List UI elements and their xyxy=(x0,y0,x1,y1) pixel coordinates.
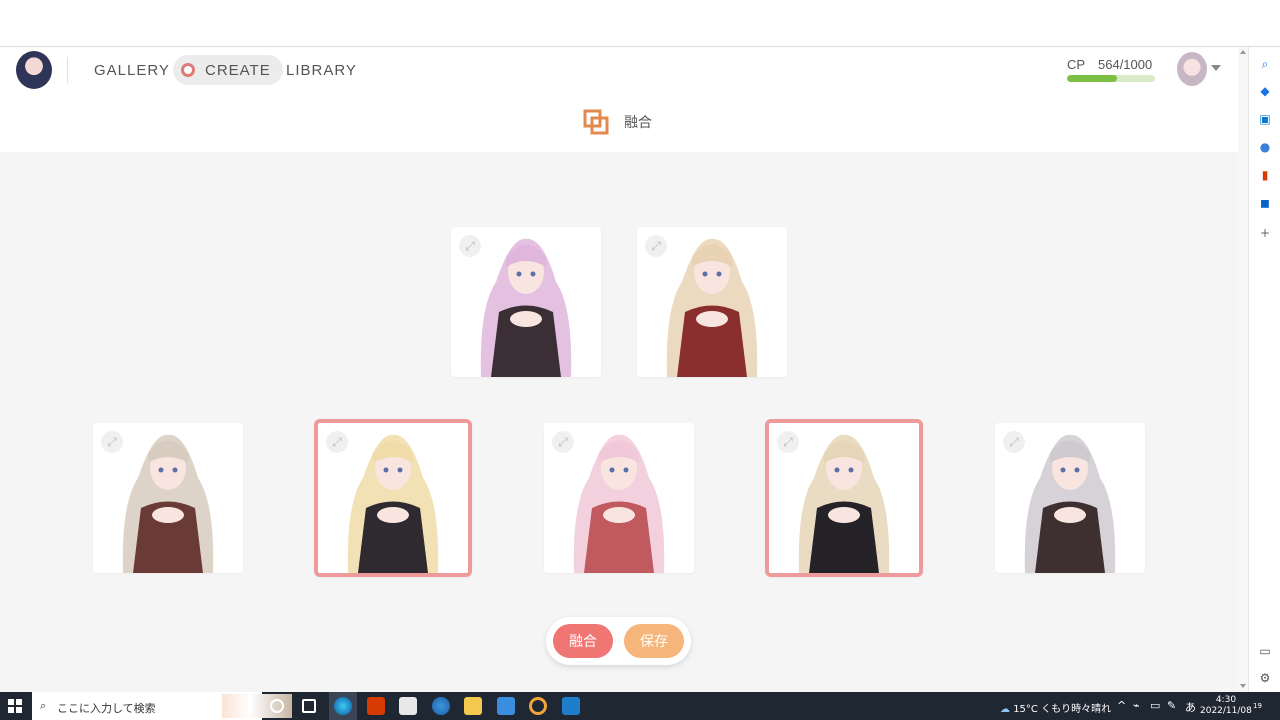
expand-icon[interactable]: ⤢ xyxy=(101,431,123,453)
offspring-card[interactable]: ⤢ xyxy=(314,419,472,577)
section-title: 融合 xyxy=(624,115,652,131)
tag-icon[interactable]: ◆ xyxy=(1258,84,1272,98)
cp-label: CP xyxy=(1067,57,1086,72)
start-icon[interactable] xyxy=(8,699,22,713)
expand-icon[interactable]: ⤢ xyxy=(777,431,799,453)
offspring-card[interactable]: ⤢ xyxy=(995,423,1145,573)
toolbox-icon[interactable]: ▣ xyxy=(1258,112,1272,126)
expand-icon[interactable]: ⤢ xyxy=(552,431,574,453)
create-icon xyxy=(181,63,195,77)
ie-icon[interactable] xyxy=(432,697,450,715)
offspring-card[interactable]: ⤢ xyxy=(765,419,923,577)
scroll-down-arrow[interactable] xyxy=(1240,684,1246,688)
cortana-icon[interactable] xyxy=(270,699,284,713)
cloud-sun-icon: ☁ xyxy=(1000,704,1010,715)
office-app-icon[interactable] xyxy=(367,697,385,715)
scroll-up-arrow[interactable] xyxy=(1240,50,1246,54)
chevron-down-icon[interactable] xyxy=(1211,65,1221,71)
taskbar-search[interactable]: ⌕ ここに入力して検索 xyxy=(32,692,292,720)
expand-icon[interactable]: ⤢ xyxy=(459,235,481,257)
sidebar-toggle-icon[interactable]: ▭ xyxy=(1258,644,1272,658)
expand-icon[interactable]: ⤢ xyxy=(1003,431,1025,453)
mail-icon[interactable] xyxy=(497,697,515,715)
offspring-card[interactable]: ⤢ xyxy=(93,423,243,573)
weather-text: 15°C くもり時々晴れ xyxy=(1013,704,1112,715)
taskbar-search-placeholder: ここに入力して検索 xyxy=(57,702,156,715)
people-icon[interactable]: ● xyxy=(1258,140,1272,154)
expand-icon[interactable]: ⤢ xyxy=(645,235,667,257)
taskbar: ⌕ ここに入力して検索 ☁ 15°C くもり時々晴れ ^ ⌁ ▭ ✎ あ 4:3… xyxy=(0,692,1280,720)
fuse-button[interactable]: 融合 xyxy=(553,624,613,658)
explorer-icon[interactable] xyxy=(464,697,482,715)
fusion-icon xyxy=(583,109,609,135)
clock-date: 2022/11/08 xyxy=(1200,706,1252,716)
app-content: GALLERY CREATE LIBRARY CP 564/1000 融合 融合… xyxy=(0,47,1238,692)
weather-widget[interactable]: ☁ 15°C くもり時々晴れ xyxy=(1000,700,1111,715)
cp-value: 564/1000 xyxy=(1098,57,1153,72)
photos-icon[interactable] xyxy=(562,697,580,715)
outlook-icon[interactable]: ◼ xyxy=(1258,196,1272,210)
network-icon[interactable]: ⌁ xyxy=(1133,699,1140,712)
clock-time: 4:30 xyxy=(1215,695,1237,705)
notification-count: 19 xyxy=(1253,702,1262,710)
office-icon[interactable]: ▮ xyxy=(1258,168,1272,182)
header-divider xyxy=(67,57,68,83)
cp-progress-bar xyxy=(1067,75,1155,82)
edge-icon[interactable] xyxy=(334,697,352,715)
logo[interactable] xyxy=(16,51,52,89)
task-view-icon[interactable] xyxy=(302,699,316,713)
ime-indicator[interactable]: あ xyxy=(1185,699,1196,715)
parent-card[interactable]: ⤢ xyxy=(637,227,787,377)
parent-card[interactable]: ⤢ xyxy=(451,227,601,377)
header: GALLERY CREATE LIBRARY CP 564/1000 融合 xyxy=(0,47,1238,152)
browser-top-bar xyxy=(0,0,1280,47)
nav-create-label: CREATE xyxy=(205,61,271,79)
battery-icon[interactable]: ▭ xyxy=(1150,699,1160,712)
gear-icon[interactable]: ⚙ xyxy=(1258,671,1272,685)
chevron-up-icon[interactable]: ^ xyxy=(1117,699,1126,712)
nav-create[interactable]: CREATE xyxy=(173,55,283,85)
search-icon[interactable]: ⌕ xyxy=(1258,57,1272,71)
expand-icon[interactable]: ⤢ xyxy=(326,431,348,453)
clock[interactable]: 4:30 2022/11/08 xyxy=(1200,695,1252,717)
pen-icon[interactable]: ✎ xyxy=(1167,699,1176,712)
action-button-group: 融合 保存 xyxy=(546,617,691,665)
app-ring-icon[interactable] xyxy=(529,697,547,715)
notification-icon[interactable]: 19 xyxy=(1253,698,1262,711)
nav-library[interactable]: LIBRARY xyxy=(286,55,357,85)
offspring-card[interactable]: ⤢ xyxy=(544,423,694,573)
search-icon: ⌕ xyxy=(40,699,47,712)
save-button[interactable]: 保存 xyxy=(624,624,684,658)
browser-sidebar: ⌕ ◆ ▣ ● ▮ ◼ + ▭ ⚙ xyxy=(1248,47,1280,692)
add-icon[interactable]: + xyxy=(1258,226,1272,240)
user-avatar[interactable] xyxy=(1177,52,1207,86)
scrollbar[interactable] xyxy=(1238,47,1248,692)
store-icon[interactable] xyxy=(399,697,417,715)
nav-gallery[interactable]: GALLERY xyxy=(94,55,170,85)
cp-progress-fill xyxy=(1067,75,1117,82)
